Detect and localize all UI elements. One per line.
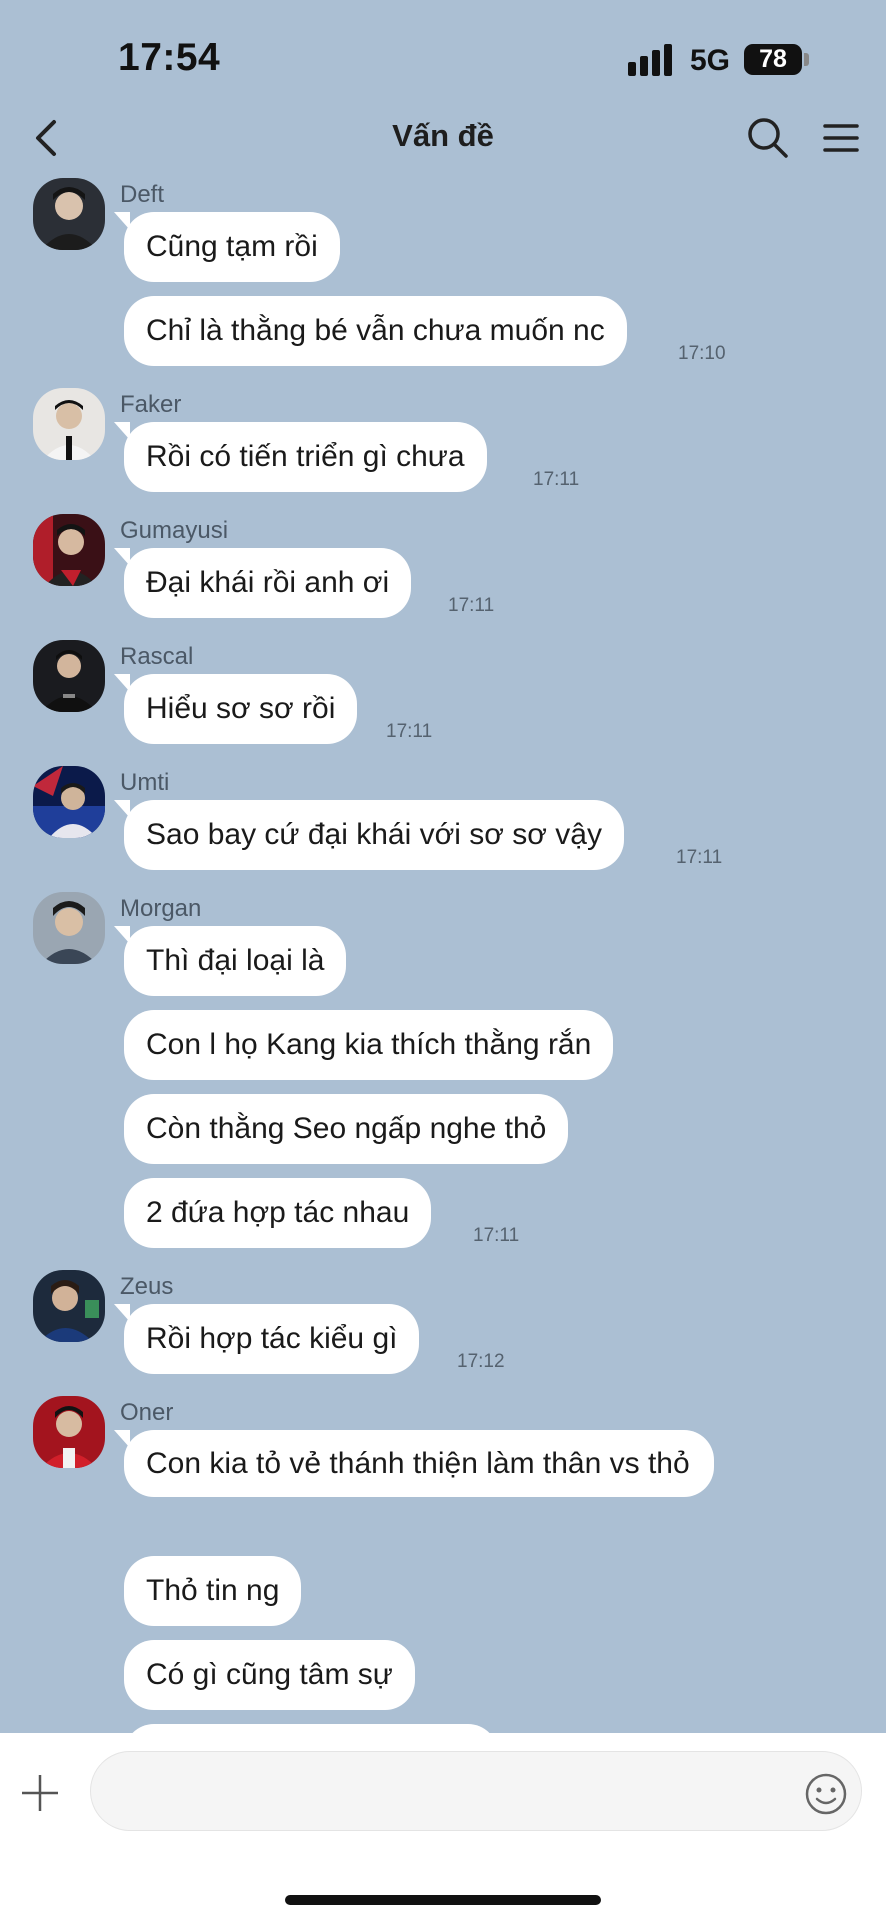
status-time: 17:54 bbox=[118, 36, 221, 79]
battery-icon: 78 bbox=[744, 44, 802, 75]
avatar-oner[interactable] bbox=[33, 1396, 105, 1468]
signal-strength-icon bbox=[628, 44, 676, 76]
avatar-umti[interactable] bbox=[33, 766, 105, 838]
message-bubble[interactable]: Có gì cũng tâm sự bbox=[124, 1640, 415, 1710]
avatar-rascal[interactable] bbox=[33, 640, 105, 712]
menu-button[interactable] bbox=[822, 118, 860, 158]
message-time: 17:11 bbox=[448, 595, 495, 616]
search-button[interactable] bbox=[746, 116, 790, 160]
message-bubble[interactable]: Con l họ Kang kia thích thằng rắn bbox=[124, 1010, 614, 1080]
sender-name: Umti bbox=[120, 769, 170, 796]
message-time: 17:11 bbox=[473, 1225, 520, 1246]
message-bubble[interactable]: Con kia tỏ vẻ thánh thiện làm thân vs th… bbox=[114, 1430, 714, 1497]
sender-name: Faker bbox=[120, 391, 182, 418]
avatar-morgan[interactable] bbox=[33, 892, 105, 964]
search-icon bbox=[748, 118, 788, 158]
message-bubble[interactable]: Rồi có tiến triển gì chưa bbox=[114, 422, 487, 492]
avatar-faker[interactable] bbox=[33, 388, 105, 460]
message-bubble[interactable]: Thỏ tin ng bbox=[124, 1556, 302, 1626]
avatar-gumayusi[interactable] bbox=[33, 514, 105, 586]
sender-name: Gumayusi bbox=[120, 517, 229, 544]
battery-tip bbox=[804, 53, 809, 66]
message-time: 17:11 bbox=[386, 721, 433, 742]
message-time: 17:11 bbox=[533, 469, 580, 490]
message-bubble[interactable]: Còn thằng Seo ngấp nghe thỏ bbox=[124, 1094, 569, 1164]
home-indicator[interactable] bbox=[285, 1895, 601, 1905]
message-time: 17:11 bbox=[676, 847, 723, 868]
message-input[interactable] bbox=[90, 1751, 862, 1831]
message-bubble[interactable]: Chỉ là thằng bé vẫn chưa muốn nc bbox=[124, 296, 627, 366]
message-time: 17:12 bbox=[457, 1351, 505, 1372]
message-bubble[interactable]: Thì đại loại là bbox=[113, 926, 347, 996]
chat-header: Vấn đề bbox=[0, 110, 886, 170]
smiley-icon bbox=[805, 1773, 847, 1815]
avatar-zeus[interactable] bbox=[33, 1270, 105, 1342]
sender-name: Deft bbox=[120, 181, 165, 208]
network-type: 5G bbox=[690, 44, 731, 77]
avatar-deft[interactable] bbox=[33, 178, 105, 250]
sender-name: Morgan bbox=[120, 895, 202, 922]
plus-icon bbox=[22, 1775, 58, 1811]
sender-name: Oner bbox=[120, 1399, 174, 1426]
message-time: 17:10 bbox=[678, 343, 726, 364]
message-bubble[interactable]: Cũng tạm rồi bbox=[114, 212, 340, 282]
composer-bar bbox=[0, 1733, 886, 1920]
hamburger-menu-icon bbox=[823, 124, 859, 152]
add-attachment-button[interactable] bbox=[20, 1773, 60, 1813]
sender-name: Rascal bbox=[120, 643, 194, 670]
message-bubble[interactable]: Rồi hợp tác kiểu gì bbox=[113, 1304, 420, 1374]
emoji-button[interactable] bbox=[805, 1773, 847, 1815]
message-bubble[interactable]: Hiểu sơ sơ rồi bbox=[113, 674, 358, 744]
message-bubble[interactable]: 2 đứa hợp tác nhau bbox=[124, 1178, 432, 1248]
message-bubble[interactable]: Sao bay cứ đại khái với sơ sơ vậy bbox=[114, 800, 624, 870]
message-bubble[interactable]: Đại khái rồi anh ơi bbox=[113, 548, 412, 618]
sender-name: Zeus bbox=[120, 1273, 174, 1300]
status-bar: 17:54 5G 78 bbox=[0, 0, 886, 110]
